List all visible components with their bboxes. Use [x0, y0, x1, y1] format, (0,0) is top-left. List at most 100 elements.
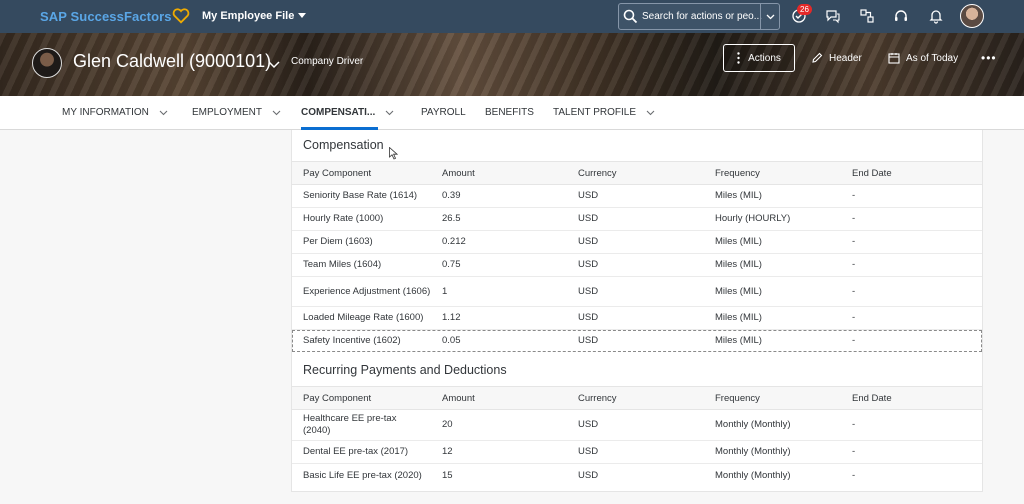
section-tabs: MY INFORMATION EMPLOYMENT COMPENSATI... …: [0, 96, 1024, 130]
column-header: Amount: [442, 168, 475, 179]
tab-payroll[interactable]: PAYROLL: [421, 107, 466, 118]
amount: 26.5: [442, 213, 461, 224]
employee-name: Glen Caldwell (9000101): [73, 51, 272, 71]
recurring-table-header: Pay Component Amount Currency Frequency …: [292, 386, 982, 410]
shell-bar: SAP SuccessFactors My Employee File Sear…: [0, 0, 1024, 33]
amount: 0.75: [442, 259, 461, 270]
tab-label: PAYROLL: [421, 107, 466, 118]
amount: 12: [442, 446, 453, 457]
table-row[interactable]: Dental EE pre-tax (2017) 12 USD Monthly …: [292, 441, 982, 464]
more-options-icon[interactable]: •••: [981, 51, 997, 65]
end-date: -: [852, 190, 856, 201]
pay-component: Loaded Mileage Rate (1600): [303, 312, 424, 323]
compensation-table-header: Pay Component Amount Currency Frequency …: [292, 161, 982, 185]
amount: 20: [442, 419, 453, 430]
table-row[interactable]: Healthcare EE pre-tax (2040) 20 USD Mont…: [292, 410, 982, 441]
table-row[interactable]: Per Diem (1603) 0.212 USD Miles (MIL) -: [292, 231, 982, 254]
frequency: Monthly (Monthly): [715, 446, 791, 457]
user-avatar[interactable]: [960, 4, 984, 28]
app-title-menu[interactable]: My Employee File: [202, 10, 307, 22]
actions-label: Actions: [748, 52, 781, 64]
table-row[interactable]: Basic Life EE pre-tax (2020) 15 USD Mont…: [292, 464, 982, 487]
search-input[interactable]: Search for actions or peo...: [642, 11, 766, 22]
chevron-down-icon: [159, 110, 168, 115]
chevron-down-icon[interactable]: [268, 60, 280, 70]
currency: USD: [578, 213, 599, 224]
search-field[interactable]: Search for actions or peo...: [618, 3, 780, 30]
column-header: Frequency: [715, 168, 760, 179]
table-row[interactable]: Experience Adjustment (1606) 1 USD Miles…: [292, 277, 982, 307]
as-of-label: As of Today: [906, 52, 959, 64]
org-chart-icon[interactable]: [859, 8, 875, 24]
employee-photo[interactable]: [32, 48, 62, 78]
table-row[interactable]: Seniority Base Rate (1614) 0.39 USD Mile…: [292, 185, 982, 208]
currency: USD: [578, 190, 599, 201]
pay-component: Experience Adjustment (1606): [303, 285, 431, 297]
currency: USD: [578, 312, 599, 323]
tab-my-information[interactable]: MY INFORMATION: [62, 107, 168, 118]
heart-logo-icon: [172, 8, 190, 24]
end-date: -: [852, 419, 856, 430]
tab-label: COMPENSATI...: [301, 107, 376, 118]
calendar-icon: [888, 53, 900, 64]
tab-label: EMPLOYMENT: [192, 107, 263, 118]
end-date: -: [852, 213, 856, 224]
tab-label: MY INFORMATION: [62, 107, 149, 118]
frequency: Monthly (Monthly): [715, 419, 791, 430]
frequency: Hourly (HOURLY): [715, 213, 791, 224]
end-date: -: [852, 285, 856, 297]
employee-header: Glen Caldwell (9000101) Company Driver A…: [0, 33, 1024, 96]
currency: USD: [578, 285, 599, 297]
table-row[interactable]: Loaded Mileage Rate (1600) 1.12 USD Mile…: [292, 307, 982, 330]
end-date: -: [852, 259, 856, 270]
column-header: End Date: [852, 168, 892, 179]
notifications-bell-icon[interactable]: [928, 8, 944, 24]
as-of-today-button[interactable]: As of Today: [888, 52, 958, 64]
frequency: Miles (MIL): [715, 259, 762, 270]
tab-benefits[interactable]: BENEFITS: [485, 107, 534, 118]
pay-component: Per Diem (1603): [303, 236, 373, 247]
end-date: -: [852, 469, 856, 481]
help-headset-icon[interactable]: [893, 8, 909, 24]
end-date: -: [852, 335, 856, 346]
frequency: Miles (MIL): [715, 312, 762, 323]
frequency: Miles (MIL): [715, 335, 762, 346]
tab-talent-profile[interactable]: TALENT PROFILE: [553, 107, 655, 118]
end-date: -: [852, 236, 856, 247]
amount: 1: [442, 285, 448, 297]
amount: 0.212: [442, 236, 466, 247]
tab-employment[interactable]: EMPLOYMENT: [192, 107, 281, 118]
search-scope-dropdown[interactable]: [760, 4, 779, 29]
app-title: My Employee File: [202, 10, 295, 22]
tab-compensation[interactable]: COMPENSATI...: [301, 107, 394, 118]
table-row[interactable]: Hourly Rate (1000) 26.5 USD Hourly (HOUR…: [292, 208, 982, 231]
pencil-icon: [812, 52, 823, 63]
pay-component: Dental EE pre-tax (2017): [303, 446, 409, 457]
feedback-chat-icon[interactable]: [825, 8, 841, 24]
column-header: Currency: [578, 168, 617, 179]
pay-component: Safety Incentive (1602): [303, 335, 401, 346]
end-date: -: [852, 312, 856, 323]
header-label: Header: [829, 52, 862, 64]
column-header: Frequency: [715, 393, 760, 404]
column-header: Pay Component: [303, 168, 372, 179]
currency: USD: [578, 236, 599, 247]
frequency: Monthly (Monthly): [715, 469, 791, 481]
pay-component: Seniority Base Rate (1614): [303, 190, 418, 201]
tab-label: BENEFITS: [485, 107, 534, 118]
header-button[interactable]: Header: [811, 52, 862, 64]
pay-component: Team Miles (1604): [303, 259, 382, 270]
sap-successfactors-logo[interactable]: SAP SuccessFactors: [40, 9, 172, 24]
table-row[interactable]: Safety Incentive (1602) 0.05 USD Miles (…: [292, 330, 982, 352]
currency: USD: [578, 419, 599, 430]
search-icon: [623, 9, 638, 23]
tab-label: TALENT PROFILE: [553, 107, 636, 118]
chevron-down-icon: [646, 110, 655, 115]
actions-button[interactable]: Actions: [723, 44, 795, 72]
end-date: -: [852, 446, 856, 457]
compensation-section-title: Compensation: [303, 138, 384, 152]
frequency: Miles (MIL): [715, 285, 762, 297]
employee-job-title: Company Driver: [291, 56, 364, 67]
amount: 15: [442, 469, 453, 481]
table-row[interactable]: Team Miles (1604) 0.75 USD Miles (MIL) -: [292, 254, 982, 277]
